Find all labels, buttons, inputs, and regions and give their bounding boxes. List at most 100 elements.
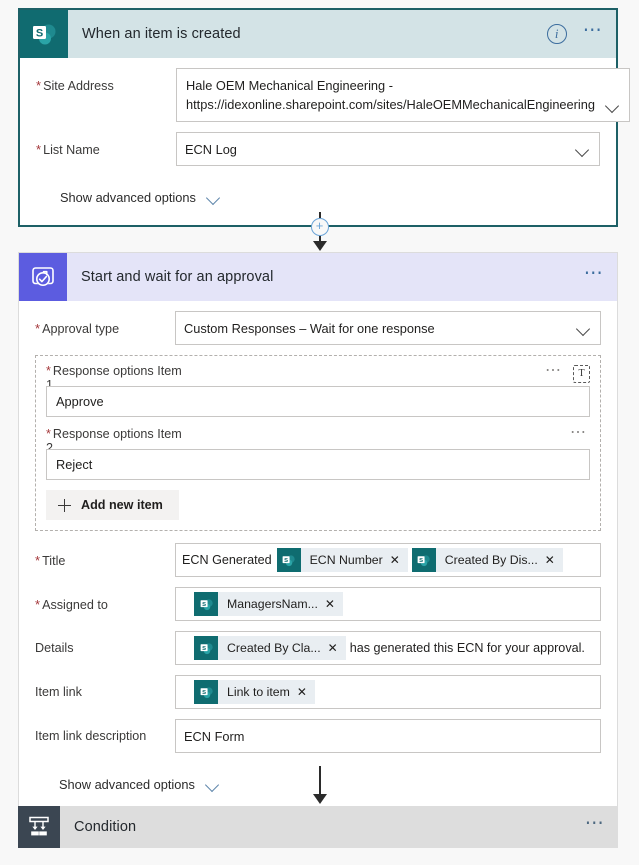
- more-options-icon[interactable]: ⋯: [583, 814, 608, 835]
- svg-text:S: S: [284, 557, 288, 563]
- item-link-label: Item link: [35, 685, 82, 699]
- approval-type-value: Custom Responses – Wait for one response: [184, 320, 435, 336]
- connector-line: [318, 766, 321, 794]
- sharepoint-icon: S: [20, 10, 68, 58]
- close-icon[interactable]: ✕: [545, 553, 563, 567]
- approval-type-label: * Approval type: [35, 321, 120, 336]
- info-icon[interactable]: i: [546, 24, 567, 44]
- more-options-icon[interactable]: ⋯: [581, 21, 606, 42]
- close-icon[interactable]: ✕: [325, 597, 343, 611]
- token-created-by-display-name[interactable]: S Created By Dis... ✕: [411, 548, 563, 572]
- chevron-down-icon[interactable]: [206, 193, 220, 202]
- details-static-text: has generated this ECN for your approval…: [349, 641, 585, 655]
- condition-header-actions: ⋯: [583, 806, 608, 848]
- chevron-down-icon[interactable]: [605, 101, 619, 110]
- close-icon[interactable]: ✕: [390, 553, 408, 567]
- item-link-description-input[interactable]: ECN Form: [175, 719, 601, 753]
- required-asterisk: *: [46, 364, 51, 378]
- field-row-item-link-description: Item link description ECN Form: [35, 719, 601, 753]
- arrow-down-icon: [312, 794, 327, 804]
- response-option-item-2: * Response options Item 2 ⋯ Reject: [46, 425, 590, 480]
- close-icon[interactable]: ✕: [297, 685, 315, 699]
- dynamic-content-icon[interactable]: [573, 365, 590, 383]
- approval-card-header[interactable]: Start and wait for an approval ⋯: [19, 253, 617, 301]
- site-address-input[interactable]: Hale OEM Mechanical Engineering - https:…: [176, 68, 631, 122]
- trigger-header-actions: i ⋯: [546, 10, 606, 58]
- token-label: Created By Cla...: [227, 641, 321, 655]
- svg-text:S: S: [419, 557, 423, 563]
- response-option-2-input[interactable]: Reject: [46, 449, 590, 480]
- title-static-text: ECN Generated: [182, 553, 272, 567]
- svg-text:S: S: [36, 27, 43, 39]
- required-asterisk: *: [35, 597, 41, 612]
- response-option-1-tools: ⋯: [543, 363, 590, 383]
- site-address-value-line1: Hale OEM Mechanical Engineering -: [186, 78, 393, 93]
- response-options-group: *Response options Item 1 ⋯ Approve: [35, 355, 601, 531]
- assigned-to-input[interactable]: S ManagersNam... ✕: [175, 587, 601, 621]
- token-managers-name[interactable]: S ManagersNam... ✕: [194, 592, 343, 616]
- action-card-start-and-wait-for-an-approval[interactable]: Start and wait for an approval ⋯ * Approv…: [18, 252, 618, 813]
- item-link-input[interactable]: S Link to item ✕: [175, 675, 601, 709]
- list-name-input[interactable]: ECN Log: [176, 132, 600, 166]
- title-label: * Title: [35, 553, 66, 568]
- more-options-icon[interactable]: ⋯: [582, 264, 607, 285]
- add-step-icon[interactable]: +: [310, 218, 329, 236]
- trigger-show-advanced-options[interactable]: Show advanced options: [36, 176, 600, 211]
- trigger-card-body: * Site Address Hale OEM Mechanical Engine…: [20, 58, 631, 225]
- token-label: ManagersNam...: [227, 597, 318, 611]
- field-row-title: * Title ECN Generated S ECN Number ✕ S C…: [35, 543, 601, 577]
- details-input[interactable]: S Created By Cla... ✕ has generated this…: [175, 631, 601, 665]
- trigger-card-when-an-item-is-created[interactable]: S When an item is created i ⋯ * Site Addr…: [18, 8, 631, 227]
- add-new-item-label: Add new item: [81, 498, 163, 512]
- token-created-by-claims[interactable]: S Created By Cla... ✕: [194, 636, 346, 660]
- approval-card-body: * Approval type Custom Responses – Wait f…: [19, 301, 617, 812]
- assigned-to-label: * Assigned to: [35, 597, 108, 612]
- response-option-2-tools: ⋯: [568, 425, 590, 444]
- close-icon[interactable]: ✕: [328, 641, 346, 655]
- response-option-1-input[interactable]: Approve: [46, 386, 590, 417]
- approvals-icon: [19, 253, 67, 301]
- trigger-card-header[interactable]: S When an item is created i ⋯: [20, 10, 616, 58]
- more-options-icon[interactable]: ⋯: [568, 425, 590, 444]
- add-new-item-button[interactable]: Add new item: [46, 490, 179, 520]
- trigger-card-title: When an item is created: [82, 26, 241, 42]
- site-address-label: * Site Address: [36, 78, 114, 93]
- approval-card-title: Start and wait for an approval: [81, 269, 274, 285]
- approval-type-select[interactable]: Custom Responses – Wait for one response: [175, 311, 601, 345]
- chevron-down-icon[interactable]: [575, 145, 589, 154]
- details-label: Details: [35, 641, 74, 655]
- chevron-down-icon[interactable]: [576, 324, 590, 333]
- connector-trigger-to-approval: +: [0, 212, 639, 251]
- sharepoint-token-icon: S: [194, 592, 218, 616]
- token-link-to-item[interactable]: S Link to item ✕: [194, 680, 315, 704]
- sharepoint-token-icon: S: [411, 548, 436, 572]
- required-asterisk: *: [46, 427, 51, 441]
- sharepoint-token-icon: S: [194, 636, 218, 660]
- svg-text:S: S: [202, 689, 206, 695]
- token-label: ECN Number: [309, 553, 383, 567]
- required-asterisk: *: [35, 321, 41, 336]
- trigger-show-advanced-options-label: Show advanced options: [60, 190, 196, 205]
- list-name-label: * List Name: [36, 142, 100, 157]
- field-row-site-address: * Site Address Hale OEM Mechanical Engine…: [36, 68, 631, 122]
- connector-approval-to-condition: [0, 766, 639, 804]
- sharepoint-token-icon: S: [194, 680, 218, 704]
- site-address-value: Hale OEM Mechanical Engineering - https:…: [177, 69, 629, 121]
- more-options-icon[interactable]: ⋯: [543, 363, 565, 382]
- condition-card-header[interactable]: Condition ⋯: [18, 806, 618, 848]
- field-row-list-name: * List Name ECN Log: [36, 132, 600, 166]
- field-row-assigned-to: * Assigned to S ManagersNam... ✕: [35, 587, 601, 621]
- approval-header-actions: ⋯: [582, 253, 607, 301]
- response-option-item-1: *Response options Item 1 ⋯ Approve: [46, 363, 590, 417]
- required-asterisk: *: [35, 553, 41, 568]
- condition-icon: [18, 806, 60, 848]
- token-label: Created By Dis...: [444, 553, 538, 567]
- item-link-description-value: ECN Form: [184, 728, 245, 744]
- field-row-approval-type: * Approval type Custom Responses – Wait f…: [35, 311, 601, 345]
- action-card-condition[interactable]: Condition ⋯: [18, 806, 618, 848]
- site-address-value-line2: https://idexonline.sharepoint.com/sites/…: [186, 97, 596, 112]
- title-input[interactable]: ECN Generated S ECN Number ✕ S Created B…: [175, 543, 601, 577]
- required-asterisk: *: [36, 142, 42, 157]
- token-ecn-number[interactable]: S ECN Number ✕: [276, 548, 408, 572]
- required-asterisk: *: [36, 78, 42, 93]
